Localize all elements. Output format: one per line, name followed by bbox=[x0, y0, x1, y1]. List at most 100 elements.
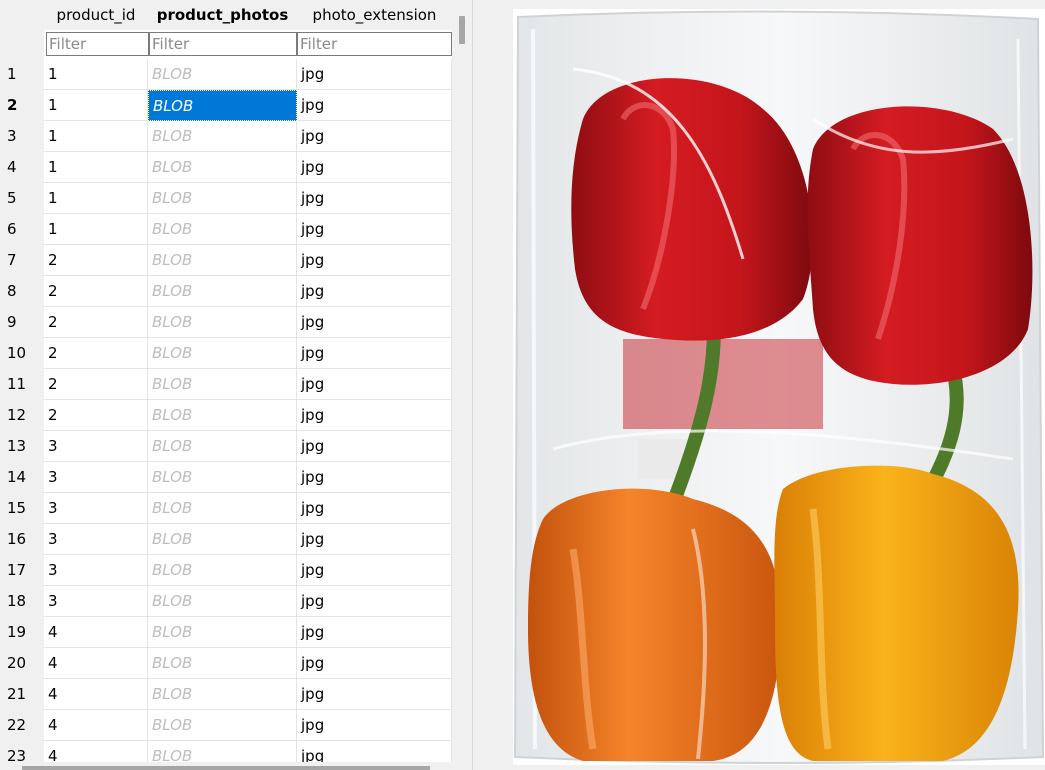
cell-photo-extension[interactable]: jpg bbox=[297, 431, 452, 462]
row-number[interactable]: 7 bbox=[0, 245, 44, 276]
row-number[interactable]: 5 bbox=[0, 183, 44, 214]
row-number[interactable]: 19 bbox=[0, 617, 44, 648]
cell-product-id[interactable]: 4 bbox=[44, 710, 148, 741]
table-row[interactable]: 22 4 BLOB jpg bbox=[0, 710, 452, 741]
column-header-product-id[interactable]: product_id bbox=[44, 0, 148, 30]
cell-photo-extension[interactable]: jpg bbox=[297, 59, 452, 90]
cell-product-photos[interactable]: BLOB bbox=[148, 59, 297, 90]
row-number[interactable]: 3 bbox=[0, 121, 44, 152]
cell-photo-extension[interactable]: jpg bbox=[297, 276, 452, 307]
table-row[interactable]: 1 1 BLOB jpg bbox=[0, 59, 452, 90]
table-row[interactable]: 6 1 BLOB jpg bbox=[0, 214, 452, 245]
cell-photo-extension[interactable]: jpg bbox=[297, 338, 452, 369]
cell-product-id[interactable]: 2 bbox=[44, 400, 148, 431]
row-number[interactable]: 6 bbox=[0, 214, 44, 245]
row-number[interactable]: 16 bbox=[0, 524, 44, 555]
cell-product-id[interactable]: 3 bbox=[44, 555, 148, 586]
cell-product-id[interactable]: 4 bbox=[44, 679, 148, 710]
cell-product-id[interactable]: 1 bbox=[44, 59, 148, 90]
vertical-scrollbar-thumb[interactable] bbox=[459, 16, 465, 44]
row-number[interactable]: 17 bbox=[0, 555, 44, 586]
cell-product-id[interactable]: 2 bbox=[44, 369, 148, 400]
cell-product-id[interactable]: 1 bbox=[44, 121, 148, 152]
table-row[interactable]: 21 4 BLOB jpg bbox=[0, 679, 452, 710]
cell-product-photos[interactable]: BLOB bbox=[148, 214, 297, 245]
cell-photo-extension[interactable]: jpg bbox=[297, 555, 452, 586]
cell-photo-extension[interactable]: jpg bbox=[297, 524, 452, 555]
cell-product-photos[interactable]: BLOB bbox=[148, 400, 297, 431]
cell-product-photos[interactable]: BLOB bbox=[148, 245, 297, 276]
cell-product-photos[interactable]: BLOB bbox=[148, 431, 297, 462]
cell-product-photos[interactable]: BLOB bbox=[148, 493, 297, 524]
table-row[interactable]: 13 3 BLOB jpg bbox=[0, 431, 452, 462]
cell-product-photos[interactable]: BLOB bbox=[148, 555, 297, 586]
cell-product-photos[interactable]: BLOB bbox=[148, 307, 297, 338]
cell-product-photos[interactable]: BLOB bbox=[148, 183, 297, 214]
cell-product-id[interactable]: 3 bbox=[44, 431, 148, 462]
cell-photo-extension[interactable]: jpg bbox=[297, 90, 452, 121]
row-number[interactable]: 8 bbox=[0, 276, 44, 307]
table-row[interactable]: 9 2 BLOB jpg bbox=[0, 307, 452, 338]
table-row[interactable]: 2 1 BLOB jpg bbox=[0, 90, 452, 121]
filter-input-product-photos[interactable] bbox=[149, 32, 297, 56]
table-row[interactable]: 8 2 BLOB jpg bbox=[0, 276, 452, 307]
table-row[interactable]: 7 2 BLOB jpg bbox=[0, 245, 452, 276]
cell-product-photos-selected[interactable]: BLOB bbox=[148, 90, 297, 121]
cell-product-id[interactable]: 4 bbox=[44, 648, 148, 679]
table-row[interactable]: 18 3 BLOB jpg bbox=[0, 586, 452, 617]
cell-photo-extension[interactable]: jpg bbox=[297, 648, 452, 679]
cell-product-photos[interactable]: BLOB bbox=[148, 121, 297, 152]
cell-product-id[interactable]: 1 bbox=[44, 183, 148, 214]
cell-photo-extension[interactable]: jpg bbox=[297, 462, 452, 493]
cell-photo-extension[interactable]: jpg bbox=[297, 152, 452, 183]
cell-photo-extension[interactable]: jpg bbox=[297, 121, 452, 152]
table-row[interactable]: 17 3 BLOB jpg bbox=[0, 555, 452, 586]
cell-product-id[interactable]: 3 bbox=[44, 493, 148, 524]
cell-product-photos[interactable]: BLOB bbox=[148, 679, 297, 710]
table-row[interactable]: 19 4 BLOB jpg bbox=[0, 617, 452, 648]
cell-product-id[interactable]: 1 bbox=[44, 90, 148, 121]
row-number[interactable]: 13 bbox=[0, 431, 44, 462]
cell-product-id[interactable]: 3 bbox=[44, 524, 148, 555]
row-number[interactable]: 22 bbox=[0, 710, 44, 741]
filter-input-photo-extension[interactable] bbox=[297, 32, 452, 56]
cell-product-photos[interactable]: BLOB bbox=[148, 338, 297, 369]
cell-photo-extension[interactable]: jpg bbox=[297, 586, 452, 617]
cell-product-id[interactable]: 4 bbox=[44, 617, 148, 648]
cell-photo-extension[interactable]: jpg bbox=[297, 183, 452, 214]
cell-photo-extension[interactable]: jpg bbox=[297, 369, 452, 400]
table-row[interactable]: 12 2 BLOB jpg bbox=[0, 400, 452, 431]
cell-photo-extension[interactable]: jpg bbox=[297, 679, 452, 710]
row-number[interactable]: 2 bbox=[0, 90, 44, 121]
cell-photo-extension[interactable]: jpg bbox=[297, 400, 452, 431]
row-number[interactable]: 11 bbox=[0, 369, 44, 400]
cell-product-photos[interactable]: BLOB bbox=[148, 710, 297, 741]
cell-product-id[interactable]: 2 bbox=[44, 307, 148, 338]
filter-input-product-id[interactable] bbox=[46, 32, 149, 56]
table-row[interactable]: 20 4 BLOB jpg bbox=[0, 648, 452, 679]
cell-product-id[interactable]: 1 bbox=[44, 214, 148, 245]
cell-photo-extension[interactable]: jpg bbox=[297, 245, 452, 276]
column-header-product-photos[interactable]: product_photos bbox=[148, 0, 297, 30]
cell-photo-extension[interactable]: jpg bbox=[297, 617, 452, 648]
cell-product-photos[interactable]: BLOB bbox=[148, 617, 297, 648]
row-number[interactable]: 21 bbox=[0, 679, 44, 710]
cell-product-id[interactable]: 1 bbox=[44, 152, 148, 183]
row-number[interactable]: 18 bbox=[0, 586, 44, 617]
table-row[interactable]: 15 3 BLOB jpg bbox=[0, 493, 452, 524]
table-row[interactable]: 10 2 BLOB jpg bbox=[0, 338, 452, 369]
table-row[interactable]: 11 2 BLOB jpg bbox=[0, 369, 452, 400]
cell-photo-extension[interactable]: jpg bbox=[297, 493, 452, 524]
vertical-scrollbar[interactable] bbox=[452, 0, 472, 770]
table-row[interactable]: 5 1 BLOB jpg bbox=[0, 183, 452, 214]
cell-product-photos[interactable]: BLOB bbox=[148, 369, 297, 400]
column-header-photo-extension[interactable]: photo_extension bbox=[297, 0, 452, 30]
cell-product-photos[interactable]: BLOB bbox=[148, 648, 297, 679]
row-number[interactable]: 10 bbox=[0, 338, 44, 369]
cell-photo-extension[interactable]: jpg bbox=[297, 710, 452, 741]
row-number[interactable]: 1 bbox=[0, 59, 44, 90]
cell-photo-extension[interactable]: jpg bbox=[297, 214, 452, 245]
row-number[interactable]: 15 bbox=[0, 493, 44, 524]
table-row[interactable]: 14 3 BLOB jpg bbox=[0, 462, 452, 493]
cell-product-photos[interactable]: BLOB bbox=[148, 586, 297, 617]
